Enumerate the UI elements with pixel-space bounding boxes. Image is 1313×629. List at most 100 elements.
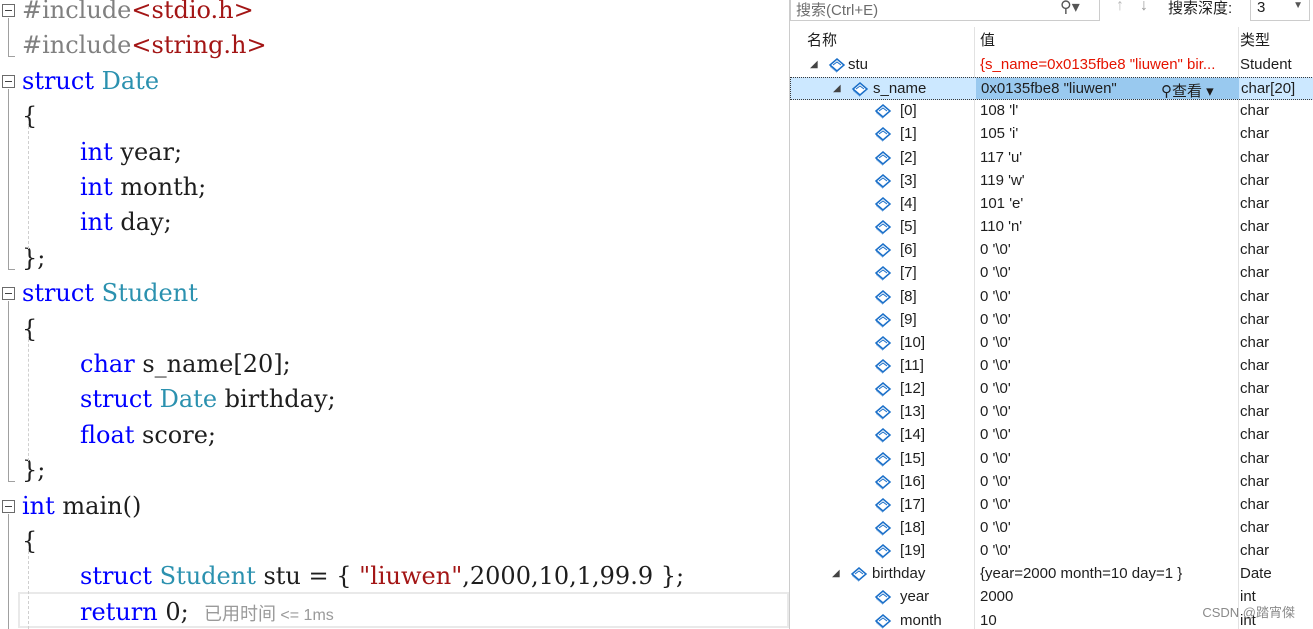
code-token: }; <box>22 456 46 485</box>
watch-value[interactable]: 10 <box>980 612 997 629</box>
watch-row[interactable]: [16] 0 '\0' char <box>790 471 1313 494</box>
watch-row[interactable]: [15] 0 '\0' char <box>790 448 1313 471</box>
watch-value[interactable]: 0 '\0' <box>980 473 1011 490</box>
watch-row[interactable]: [0] 108 'l' char <box>790 100 1313 123</box>
search-next-icon[interactable]: ↓ <box>1140 0 1148 15</box>
column-header-name[interactable]: 名称 <box>807 29 837 50</box>
search-depth-label: 搜索深度: <box>1168 0 1233 17</box>
watch-value[interactable]: 110 'n' <box>980 218 1022 235</box>
column-header-value[interactable]: 值 <box>980 29 995 50</box>
code-line[interactable]: float score; <box>0 418 789 453</box>
search-previous-icon[interactable]: ↑ <box>1116 0 1124 15</box>
fold-toggle-icon[interactable] <box>2 74 15 88</box>
expand-arrow-icon[interactable]: ◢ <box>832 568 840 579</box>
watch-row[interactable]: [9] 0 '\0' char <box>790 309 1313 332</box>
field-icon <box>874 519 892 537</box>
watch-row[interactable]: [3] 119 'w' char <box>790 170 1313 193</box>
fold-toggle-icon[interactable] <box>2 287 15 301</box>
code-line[interactable]: int year; <box>0 135 789 170</box>
watch-value[interactable]: 0 '\0' <box>980 357 1011 374</box>
watch-row[interactable]: [5] 110 'n' char <box>790 216 1313 239</box>
watch-value[interactable]: 101 'e' <box>980 195 1023 212</box>
watch-value[interactable]: 0 '\0' <box>980 496 1011 513</box>
view-button[interactable]: ⚲查看 ▾ <box>1161 80 1214 101</box>
watch-value[interactable]: 0x0135fbe8 "liuwen" <box>981 80 1117 97</box>
code-text: int day; <box>80 205 172 240</box>
watch-row[interactable]: [10] 0 '\0' char <box>790 332 1313 355</box>
code-token: <string.h> <box>131 31 267 60</box>
fold-guide-end <box>8 268 15 270</box>
field-icon <box>874 334 892 352</box>
watch-row[interactable]: [1] 105 'i' char <box>790 123 1313 146</box>
fold-toggle-icon[interactable] <box>2 4 15 17</box>
code-line[interactable]: int day; <box>0 205 789 240</box>
watch-row[interactable]: [17] 0 '\0' char <box>790 494 1313 517</box>
code-line[interactable]: struct Student stu = { "liuwen",2000,10,… <box>0 559 789 594</box>
watch-row[interactable]: [6] 0 '\0' char <box>790 239 1313 262</box>
code-line[interactable]: struct Student <box>0 276 789 311</box>
watch-row[interactable]: ◢ s_name 0x0135fbe8 "liuwen" ⚲查看 ▾ char[20] <box>790 77 1313 101</box>
watch-value[interactable]: 0 '\0' <box>980 542 1011 559</box>
expand-arrow-icon[interactable]: ◢ <box>810 59 818 70</box>
watch-value[interactable]: {s_name=0x0135fbe8 "liuwen" bir... <box>980 56 1215 73</box>
watch-value[interactable]: 0 '\0' <box>980 311 1011 328</box>
watch-value[interactable]: 0 '\0' <box>980 519 1011 536</box>
watch-value[interactable]: 117 'u' <box>980 149 1022 166</box>
watch-row[interactable]: ◢ stu {s_name=0x0135fbe8 "liuwen" bir... St… <box>790 54 1313 77</box>
search-input[interactable]: 搜索(Ctrl+E) <box>790 0 1100 21</box>
code-text: struct Date <box>22 64 159 99</box>
watch-value[interactable]: {year=2000 month=10 day=1 } <box>980 565 1182 582</box>
code-line[interactable]: #include<string.h> <box>0 28 789 63</box>
code-line[interactable]: int month; <box>0 170 789 205</box>
watch-name: [2] <box>900 148 917 166</box>
watch-row[interactable]: [12] 0 '\0' char <box>790 378 1313 401</box>
watch-type: char <box>1240 287 1270 305</box>
watch-value[interactable]: 0 '\0' <box>980 334 1011 351</box>
watch-value[interactable]: 0 '\0' <box>980 450 1011 467</box>
watermark: CSDN @踏宵傑 <box>1202 605 1295 620</box>
watch-name: [4] <box>900 194 917 212</box>
code-line[interactable]: }; <box>0 241 789 276</box>
code-token: struct <box>80 562 152 591</box>
watch-header: 名称 值 类型 <box>790 27 1313 51</box>
watch-value[interactable]: 105 'i' <box>980 125 1018 142</box>
watch-row[interactable]: ◢ birthday {year=2000 month=10 day=1 } Date <box>790 563 1313 586</box>
field-icon <box>874 311 892 329</box>
watch-row[interactable]: [18] 0 '\0' char <box>790 517 1313 540</box>
watch-value[interactable]: 0 '\0' <box>980 380 1011 397</box>
watch-value[interactable]: 0 '\0' <box>980 288 1011 305</box>
code-token: char <box>80 350 135 378</box>
watch-row[interactable]: [2] 117 'u' char <box>790 147 1313 170</box>
code-line[interactable]: }; <box>0 453 789 488</box>
watch-value[interactable]: 0 '\0' <box>980 264 1011 281</box>
code-line[interactable]: struct Date birthday; <box>0 382 789 417</box>
watch-row[interactable]: [8] 0 '\0' char <box>790 286 1313 309</box>
code-editor[interactable]: #include<stdio.h> #include<string.h> struc… <box>0 0 789 629</box>
watch-value[interactable]: 119 'w' <box>980 172 1025 189</box>
code-line[interactable]: struct Date <box>0 64 789 99</box>
code-token: int <box>80 208 113 237</box>
watch-row[interactable]: [14] 0 '\0' char <box>790 424 1313 447</box>
fold-toggle-icon[interactable] <box>2 499 15 513</box>
watch-value[interactable]: 108 'l' <box>980 102 1018 119</box>
code-line[interactable]: { <box>0 312 789 347</box>
search-icon[interactable]: ⚲▾ <box>1060 0 1080 17</box>
expand-arrow-icon[interactable]: ◢ <box>833 83 841 94</box>
watch-value[interactable]: 2000 <box>980 588 1013 605</box>
code-line[interactable]: { <box>0 99 789 134</box>
watch-row[interactable]: [19] 0 '\0' char <box>790 540 1313 563</box>
search-depth-select[interactable]: 3 ▼ <box>1250 0 1310 21</box>
watch-value[interactable]: 0 '\0' <box>980 426 1011 443</box>
code-line[interactable]: #include<stdio.h> <box>0 0 789 28</box>
code-line[interactable]: int main() <box>0 489 789 524</box>
field-icon <box>874 380 892 398</box>
code-line[interactable]: { <box>0 524 789 559</box>
watch-value[interactable]: 0 '\0' <box>980 403 1011 420</box>
watch-value[interactable]: 0 '\0' <box>980 241 1011 258</box>
column-header-type[interactable]: 类型 <box>1240 29 1270 50</box>
watch-row[interactable]: [7] 0 '\0' char <box>790 262 1313 285</box>
watch-row[interactable]: [4] 101 'e' char <box>790 193 1313 216</box>
watch-row[interactable]: [13] 0 '\0' char <box>790 401 1313 424</box>
code-line[interactable]: char s_name[20]; <box>0 347 789 382</box>
watch-row[interactable]: [11] 0 '\0' char <box>790 355 1313 378</box>
